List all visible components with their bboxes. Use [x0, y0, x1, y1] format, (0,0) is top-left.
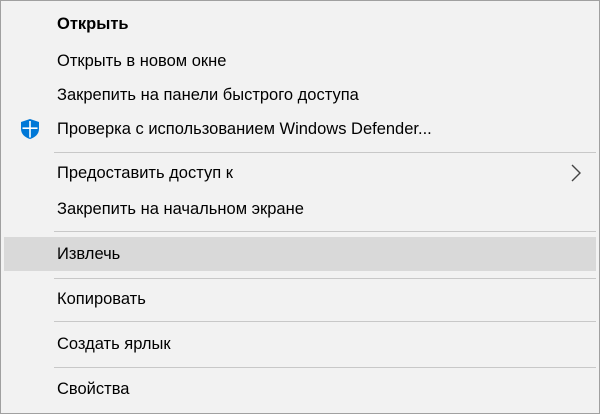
windows-defender-shield-icon [19, 118, 41, 140]
menu-separator [54, 152, 596, 153]
menu-item-open-new-window[interactable]: Открыть в новом окне [4, 46, 596, 76]
menu-item-label: Закрепить на начальном экране [57, 199, 304, 218]
menu-separator [54, 367, 596, 368]
menu-separator [54, 278, 596, 279]
context-menu: Открыть Открыть в новом окне Закрепить н… [0, 0, 600, 414]
menu-item-eject[interactable]: Извлечь [4, 237, 596, 271]
menu-item-share-with[interactable]: Предоставить доступ к [4, 158, 596, 188]
menu-item-properties[interactable]: Свойства [4, 374, 596, 404]
menu-item-scan-windows-defender[interactable]: Проверка с использованием Windows Defend… [4, 114, 596, 144]
menu-item-open[interactable]: Открыть [4, 9, 596, 39]
menu-item-copy[interactable]: Копировать [4, 284, 596, 314]
menu-item-label: Копировать [57, 289, 146, 308]
chevron-right-icon [570, 164, 582, 182]
menu-item-label: Проверка с использованием Windows Defend… [57, 119, 432, 138]
menu-item-label: Предоставить доступ к [57, 163, 233, 182]
menu-separator [54, 231, 596, 232]
menu-item-label: Извлечь [57, 244, 121, 263]
menu-item-label: Закрепить на панели быстрого доступа [57, 85, 359, 104]
menu-item-label: Свойства [57, 379, 130, 398]
menu-item-pin-quick-access[interactable]: Закрепить на панели быстрого доступа [4, 80, 596, 110]
menu-item-label: Открыть [57, 14, 129, 33]
menu-separator [54, 321, 596, 322]
menu-item-label: Создать ярлык [57, 334, 171, 353]
menu-item-create-shortcut[interactable]: Создать ярлык [4, 329, 596, 359]
menu-item-pin-to-start[interactable]: Закрепить на начальном экране [4, 194, 596, 224]
menu-item-label: Открыть в новом окне [57, 51, 227, 70]
